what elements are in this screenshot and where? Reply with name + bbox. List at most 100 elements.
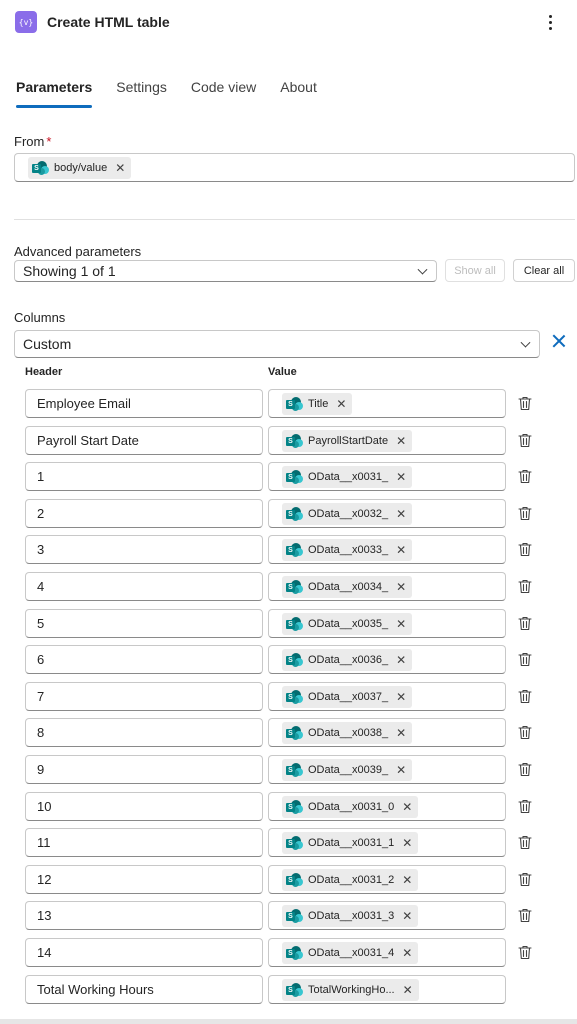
- value-token[interactable]: S OData__x0035_ ✕: [282, 613, 413, 635]
- value-token[interactable]: S OData__x0031_2 ✕: [282, 869, 419, 891]
- header-input[interactable]: 9: [25, 755, 263, 784]
- table-row: 7 S OData__x0037_ ✕: [0, 682, 577, 711]
- advanced-parameters-select[interactable]: Showing 1 of 1: [14, 260, 437, 282]
- tab-code-view[interactable]: Code view: [191, 78, 256, 108]
- delete-icon[interactable]: [518, 616, 532, 631]
- value-input[interactable]: S OData__x0031_4 ✕: [268, 938, 506, 967]
- value-token[interactable]: S OData__x0036_ ✕: [282, 649, 413, 671]
- value-input[interactable]: S OData__x0031_2 ✕: [268, 865, 506, 894]
- delete-icon[interactable]: [518, 725, 532, 740]
- delete-icon[interactable]: [518, 908, 532, 923]
- value-token[interactable]: S OData__x0031_0 ✕: [282, 796, 419, 818]
- value-input[interactable]: S OData__x0031_1 ✕: [268, 828, 506, 857]
- remove-token-icon[interactable]: ✕: [403, 983, 413, 997]
- from-field[interactable]: S body/value ✕: [14, 153, 575, 182]
- value-input[interactable]: S OData__x0038_ ✕: [268, 718, 506, 747]
- header-input[interactable]: 13: [25, 901, 263, 930]
- delete-icon[interactable]: [518, 652, 532, 667]
- header-input[interactable]: 1: [25, 462, 263, 491]
- chevron-down-icon: [417, 264, 428, 275]
- value-token[interactable]: S OData__x0031_ ✕: [282, 466, 413, 488]
- value-input[interactable]: S OData__x0039_ ✕: [268, 755, 506, 784]
- header-input[interactable]: Employee Email: [25, 389, 263, 418]
- delete-icon[interactable]: [518, 396, 532, 411]
- value-input[interactable]: S Title ✕: [268, 389, 506, 418]
- value-input[interactable]: S OData__x0036_ ✕: [268, 645, 506, 674]
- value-input[interactable]: S OData__x0033_ ✕: [268, 535, 506, 564]
- remove-token-icon[interactable]: ✕: [396, 543, 406, 557]
- header-input[interactable]: 7: [25, 682, 263, 711]
- remove-token-icon[interactable]: ✕: [396, 434, 406, 448]
- remove-token-icon[interactable]: ✕: [396, 617, 406, 631]
- remove-token-icon[interactable]: ✕: [402, 946, 412, 960]
- delete-icon[interactable]: [518, 945, 532, 960]
- value-token[interactable]: S OData__x0034_ ✕: [282, 576, 413, 598]
- remove-token-icon[interactable]: ✕: [115, 161, 125, 175]
- tab-about[interactable]: About: [280, 78, 317, 108]
- value-input[interactable]: S OData__x0031_0 ✕: [268, 792, 506, 821]
- delete-icon[interactable]: [518, 433, 532, 448]
- value-token[interactable]: S OData__x0032_ ✕: [282, 503, 413, 525]
- value-input[interactable]: S OData__x0034_ ✕: [268, 572, 506, 601]
- value-token[interactable]: S OData__x0037_ ✕: [282, 686, 413, 708]
- tab-parameters[interactable]: Parameters: [16, 78, 93, 108]
- delete-icon[interactable]: [518, 506, 532, 521]
- value-input[interactable]: S PayrollStartDate ✕: [268, 426, 506, 455]
- value-token[interactable]: S Title ✕: [282, 393, 353, 415]
- remove-token-icon[interactable]: ✕: [396, 470, 406, 484]
- value-token[interactable]: S OData__x0031_4 ✕: [282, 942, 419, 964]
- value-input[interactable]: S OData__x0032_ ✕: [268, 499, 506, 528]
- delete-icon[interactable]: [518, 689, 532, 704]
- remove-token-icon[interactable]: ✕: [402, 873, 412, 887]
- more-vertical-icon[interactable]: [540, 10, 560, 34]
- remove-token-icon[interactable]: ✕: [402, 909, 412, 923]
- remove-token-icon[interactable]: ✕: [402, 836, 412, 850]
- header-input[interactable]: 8: [25, 718, 263, 747]
- clear-columns-icon[interactable]: [551, 333, 567, 349]
- value-input[interactable]: S OData__x0037_ ✕: [268, 682, 506, 711]
- remove-token-icon[interactable]: ✕: [396, 580, 406, 594]
- remove-token-icon[interactable]: ✕: [336, 397, 346, 411]
- remove-token-icon[interactable]: ✕: [396, 507, 406, 521]
- value-input[interactable]: S OData__x0035_ ✕: [268, 609, 506, 638]
- value-input[interactable]: S OData__x0031_3 ✕: [268, 901, 506, 930]
- value-input[interactable]: S OData__x0031_ ✕: [268, 462, 506, 491]
- value-token[interactable]: S OData__x0033_ ✕: [282, 539, 413, 561]
- header-input[interactable]: 6: [25, 645, 263, 674]
- columns-select[interactable]: Custom: [14, 330, 540, 358]
- remove-token-icon[interactable]: ✕: [396, 690, 406, 704]
- header-input[interactable]: 14: [25, 938, 263, 967]
- value-token[interactable]: S OData__x0031_1 ✕: [282, 832, 419, 854]
- remove-token-icon[interactable]: ✕: [396, 763, 406, 777]
- value-token[interactable]: S OData__x0038_ ✕: [282, 722, 413, 744]
- header-input[interactable]: 2: [25, 499, 263, 528]
- remove-token-icon[interactable]: ✕: [396, 726, 406, 740]
- value-token[interactable]: S TotalWorkingHo... ✕: [282, 979, 419, 1001]
- remove-token-icon[interactable]: ✕: [402, 800, 412, 814]
- value-input[interactable]: S TotalWorkingHo... ✕: [268, 975, 506, 1004]
- header-input[interactable]: 4: [25, 572, 263, 601]
- header-input[interactable]: 3: [25, 535, 263, 564]
- from-token[interactable]: S body/value ✕: [28, 157, 132, 179]
- remove-token-icon[interactable]: ✕: [396, 653, 406, 667]
- delete-icon[interactable]: [518, 469, 532, 484]
- value-token-text: OData__x0031_: [308, 471, 389, 483]
- delete-icon[interactable]: [518, 872, 532, 887]
- header-input[interactable]: 10: [25, 792, 263, 821]
- delete-icon[interactable]: [518, 579, 532, 594]
- clear-all-button[interactable]: Clear all: [513, 259, 575, 282]
- delete-icon[interactable]: [518, 762, 532, 777]
- value-token[interactable]: S PayrollStartDate ✕: [282, 430, 413, 452]
- header-input[interactable]: 12: [25, 865, 263, 894]
- delete-icon[interactable]: [518, 799, 532, 814]
- tab-settings[interactable]: Settings: [116, 78, 167, 108]
- show-all-button[interactable]: Show all: [445, 259, 505, 282]
- delete-icon[interactable]: [518, 835, 532, 850]
- header-input[interactable]: Total Working Hours: [25, 975, 263, 1004]
- header-input[interactable]: Payroll Start Date: [25, 426, 263, 455]
- header-input[interactable]: 5: [25, 609, 263, 638]
- header-input[interactable]: 11: [25, 828, 263, 857]
- delete-icon[interactable]: [518, 542, 532, 557]
- value-token[interactable]: S OData__x0039_ ✕: [282, 759, 413, 781]
- value-token[interactable]: S OData__x0031_3 ✕: [282, 905, 419, 927]
